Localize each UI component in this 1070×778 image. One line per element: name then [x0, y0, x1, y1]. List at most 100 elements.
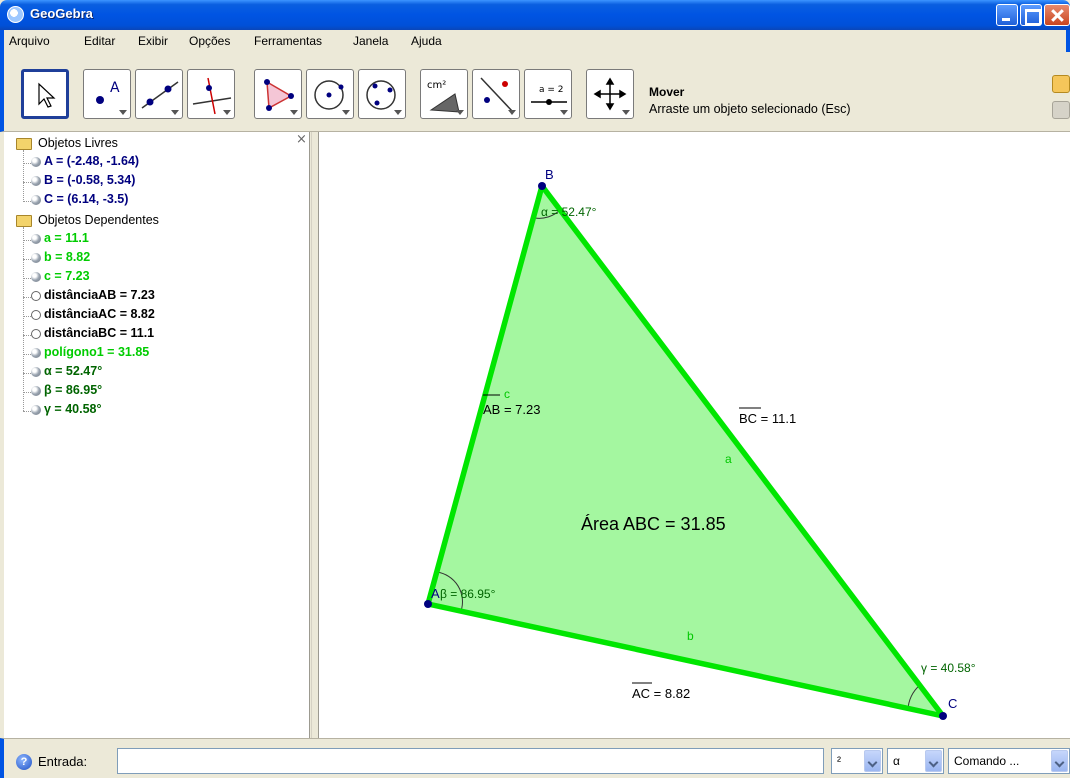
perpendicular-tool-button[interactable]: [187, 69, 235, 119]
visible-toggle-icon[interactable]: [31, 348, 41, 358]
minimize-button[interactable]: [996, 4, 1018, 26]
algebra-object-row[interactable]: β = 86.95°: [31, 383, 102, 397]
algebra-object-row[interactable]: A = (-2.48, -1.64): [31, 154, 140, 168]
algebra-object-row[interactable]: C = (6.14, -3.5): [31, 192, 129, 206]
chevron-down-icon[interactable]: [925, 750, 942, 772]
side-label-a: a: [725, 452, 732, 466]
undo-button[interactable]: [1052, 75, 1070, 93]
visible-toggle-icon[interactable]: [31, 195, 41, 205]
angle-label-alpha: α = 52.47°: [541, 205, 597, 219]
algebra-object-row[interactable]: c = 7.23: [31, 269, 90, 283]
visible-toggle-icon[interactable]: [31, 272, 41, 282]
chevron-down-icon[interactable]: [864, 750, 881, 772]
algebra-object-row[interactable]: γ = 40.58°: [31, 402, 102, 416]
point-label-c: C: [948, 696, 957, 711]
visible-toggle-icon[interactable]: [31, 367, 41, 377]
move-view-tool-button[interactable]: [586, 69, 634, 119]
hidden-toggle-icon[interactable]: [31, 310, 41, 320]
greek-letters-dropdown[interactable]: α: [887, 748, 944, 774]
algebra-object-row[interactable]: distânciaBC = 11.1: [31, 326, 155, 340]
distance-label-ab: AB = 7.23: [483, 402, 540, 417]
visible-toggle-icon[interactable]: [31, 253, 41, 263]
visible-toggle-icon[interactable]: [31, 157, 41, 167]
geogebra-app-icon: [7, 6, 24, 23]
algebra-object-text: c = 7.23: [44, 269, 90, 283]
graphics-canvas[interactable]: A B C a b c AB = 7.23 BC = 11.1 AC = 8.8…: [319, 132, 1070, 738]
area-icon-text: cm²: [427, 80, 446, 91]
algebra-view[interactable]: Objetos Livres A = (-2.48, -1.64) B = (-0…: [4, 132, 310, 738]
algebra-object-row[interactable]: a = 11.1: [31, 231, 89, 245]
close-algebra-view-icon[interactable]: ×: [296, 132, 307, 147]
visible-toggle-icon[interactable]: [31, 234, 41, 244]
visible-toggle-icon[interactable]: [31, 405, 41, 415]
move-tool-button[interactable]: [21, 69, 69, 119]
symbols-dropdown[interactable]: ²: [831, 748, 883, 774]
triangle-polygon[interactable]: [428, 186, 943, 716]
angle-label-beta: β = 86.95°: [440, 587, 496, 601]
active-tool-name: Mover: [649, 85, 685, 99]
folder-icon: [16, 215, 32, 227]
menu-janela[interactable]: Janela: [353, 34, 388, 48]
algebra-object-text: C = (6.14, -3.5): [44, 192, 129, 206]
circle-tool-button[interactable]: [306, 69, 354, 119]
algebra-object-row[interactable]: distânciaAC = 8.82: [31, 307, 155, 321]
help-icon[interactable]: ?: [16, 754, 32, 770]
title-bar[interactable]: GeoGebra: [0, 0, 1070, 30]
algebra-object-text: distânciaBC = 11.1: [44, 326, 155, 340]
point-tool-button[interactable]: A: [83, 69, 131, 119]
chevron-down-icon[interactable]: [1051, 750, 1068, 772]
command-dropdown[interactable]: Comando ...: [948, 748, 1070, 774]
algebra-object-row[interactable]: b = 8.82: [31, 250, 91, 264]
greek-dropdown-value: α: [893, 754, 900, 768]
tree-connector: [23, 150, 24, 200]
visible-toggle-icon[interactable]: [31, 176, 41, 186]
polygon-tool-button[interactable]: [254, 69, 302, 119]
view-splitter[interactable]: [311, 132, 319, 738]
algebra-object-row[interactable]: B = (-0.58, 5.34): [31, 173, 136, 187]
area-text[interactable]: Área ABC = 31.85: [581, 514, 726, 534]
algebra-object-text: b = 8.82: [44, 250, 91, 264]
folder-label: Objetos Livres: [38, 136, 118, 150]
active-tool-help: Arraste um objeto selecionado (Esc): [649, 102, 851, 116]
point-c[interactable]: [939, 712, 947, 720]
side-label-c: c: [504, 387, 510, 401]
algebra-object-text: distânciaAB = 7.23: [44, 288, 155, 302]
reflect-tool-button[interactable]: [472, 69, 520, 119]
algebra-object-row[interactable]: distânciaAB = 7.23: [31, 288, 155, 302]
point-b[interactable]: [538, 182, 546, 190]
line-tool-button[interactable]: [135, 69, 183, 119]
circle-three-points-tool-button[interactable]: [358, 69, 406, 119]
close-window-button[interactable]: [1044, 4, 1070, 26]
point-label-a: A: [431, 586, 440, 601]
redo-button[interactable]: [1052, 101, 1070, 119]
algebra-object-row[interactable]: α = 52.47°: [31, 364, 102, 378]
window-title: GeoGebra: [30, 6, 93, 21]
menu-exibir[interactable]: Exibir: [138, 34, 168, 48]
maximize-button[interactable]: [1020, 4, 1042, 26]
slider-icon-text: a = 2: [539, 85, 564, 95]
tree-connector: [23, 227, 24, 411]
algebra-object-text: polígono1 = 31.85: [44, 345, 150, 359]
area-tool-button[interactable]: cm²: [420, 69, 468, 119]
distance-label-ac: AC = 8.82: [632, 686, 690, 701]
hidden-toggle-icon[interactable]: [31, 329, 41, 339]
hidden-toggle-icon[interactable]: [31, 291, 41, 301]
command-dropdown-value: Comando ...: [954, 754, 1020, 768]
menu-ferramentas[interactable]: Ferramentas: [254, 34, 322, 48]
angle-label-gamma: γ = 40.58°: [921, 661, 976, 675]
menu-editar[interactable]: Editar: [84, 34, 115, 48]
algebra-object-text: γ = 40.58°: [44, 402, 102, 416]
graphics-view[interactable]: A B C a b c AB = 7.23 BC = 11.1 AC = 8.8…: [319, 132, 1070, 738]
folder-icon: [16, 138, 32, 150]
menu-arquivo[interactable]: Arquivo: [9, 34, 50, 48]
slider-tool-button[interactable]: a = 2: [524, 69, 572, 119]
menu-ajuda[interactable]: Ajuda: [411, 34, 442, 48]
command-input[interactable]: [117, 748, 824, 774]
algebra-object-row[interactable]: polígono1 = 31.85: [31, 345, 150, 359]
point-a[interactable]: [424, 600, 432, 608]
menu-opcoes[interactable]: Opções: [189, 34, 230, 48]
visible-toggle-icon[interactable]: [31, 386, 41, 396]
algebra-object-text: A = (-2.48, -1.64): [44, 154, 140, 168]
input-bar: ? Entrada: ² α Comando ...: [0, 738, 1070, 778]
algebra-object-text: B = (-0.58, 5.34): [44, 173, 136, 187]
